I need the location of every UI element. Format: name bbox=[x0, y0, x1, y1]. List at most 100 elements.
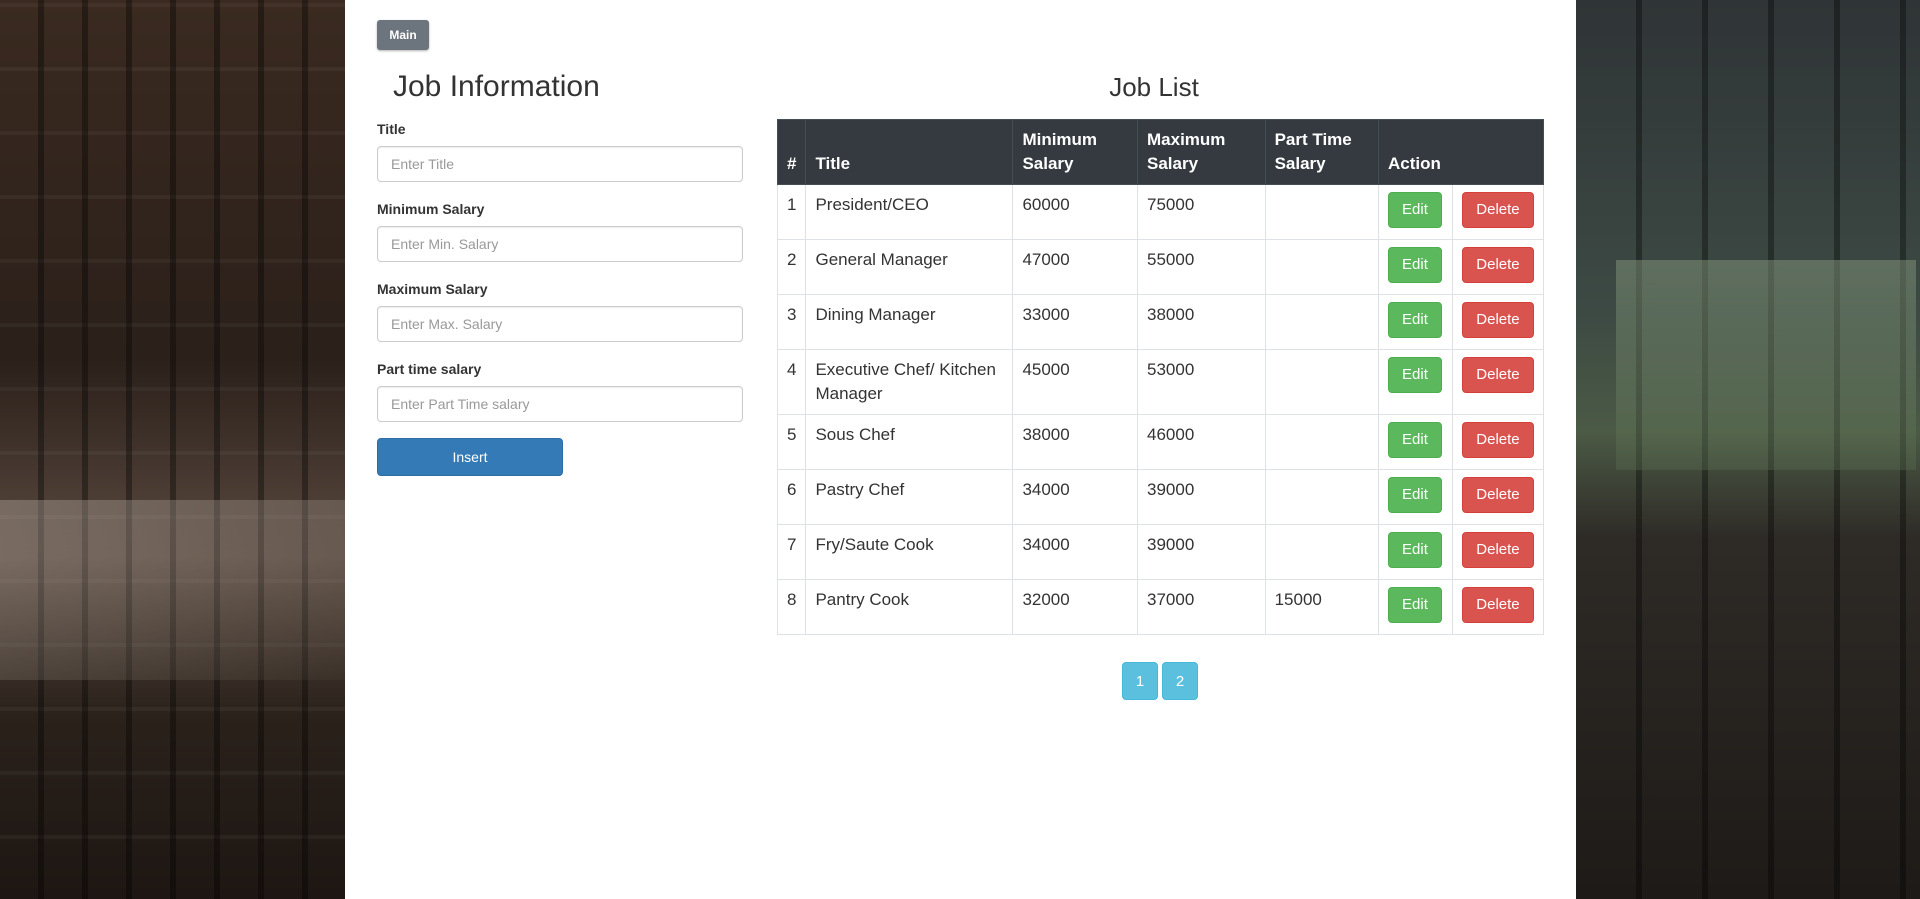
cell-max-salary: 75000 bbox=[1137, 184, 1266, 240]
cell-min-salary: 45000 bbox=[1012, 349, 1138, 415]
cell-delete: Delete bbox=[1451, 184, 1545, 240]
cell-max-salary: 37000 bbox=[1137, 579, 1266, 635]
cell-max-salary: 38000 bbox=[1137, 294, 1266, 350]
cell-part-time-salary bbox=[1264, 239, 1379, 295]
cell-part-time-salary bbox=[1264, 349, 1379, 415]
cell-title: Pantry Cook bbox=[805, 579, 1014, 635]
cell-edit: Edit bbox=[1377, 239, 1453, 295]
cell-edit: Edit bbox=[1377, 524, 1453, 580]
cell-max-salary: 55000 bbox=[1137, 239, 1266, 295]
cell-title: General Manager bbox=[805, 239, 1014, 295]
delete-button[interactable]: Delete bbox=[1461, 422, 1534, 458]
cell-number: 5 bbox=[776, 414, 807, 470]
delete-button[interactable]: Delete bbox=[1461, 192, 1534, 228]
cell-part-time-salary bbox=[1264, 524, 1379, 580]
edit-button[interactable]: Edit bbox=[1387, 357, 1442, 393]
col-header-max-salary: Maximum Salary bbox=[1137, 119, 1266, 185]
table-row: 7 Fry/Saute Cook 34000 39000 Edit Delete bbox=[776, 524, 1545, 580]
edit-button[interactable]: Edit bbox=[1387, 247, 1442, 283]
delete-button[interactable]: Delete bbox=[1461, 477, 1534, 513]
table-row: 2 General Manager 47000 55000 Edit Delet… bbox=[776, 239, 1545, 295]
delete-button[interactable]: Delete bbox=[1461, 532, 1534, 568]
edit-button[interactable]: Edit bbox=[1387, 192, 1442, 228]
col-header-action: Action bbox=[1377, 119, 1545, 185]
edit-button[interactable]: Edit bbox=[1387, 422, 1442, 458]
part-time-salary-label: Part time salary bbox=[377, 361, 482, 377]
delete-button[interactable]: Delete bbox=[1461, 587, 1534, 623]
min-salary-label: Minimum Salary bbox=[377, 201, 485, 217]
list-title: Job List bbox=[1109, 72, 1199, 102]
cell-title: Fry/Saute Cook bbox=[805, 524, 1014, 580]
min-salary-input[interactable] bbox=[377, 226, 743, 262]
cell-edit: Edit bbox=[1377, 294, 1453, 350]
background-left bbox=[0, 0, 345, 899]
cell-edit: Edit bbox=[1377, 469, 1453, 525]
edit-button[interactable]: Edit bbox=[1387, 532, 1442, 568]
part-time-salary-input[interactable] bbox=[377, 386, 743, 422]
title-input[interactable] bbox=[377, 146, 743, 182]
cell-min-salary: 34000 bbox=[1012, 524, 1138, 580]
cell-title: Pastry Chef bbox=[805, 469, 1014, 525]
delete-button[interactable]: Delete bbox=[1461, 247, 1534, 283]
cell-edit: Edit bbox=[1377, 349, 1453, 415]
cell-title: President/CEO bbox=[805, 184, 1014, 240]
cell-min-salary: 34000 bbox=[1012, 469, 1138, 525]
max-salary-label: Maximum Salary bbox=[377, 281, 488, 297]
cell-edit: Edit bbox=[1377, 414, 1453, 470]
cell-min-salary: 60000 bbox=[1012, 184, 1138, 240]
cell-edit: Edit bbox=[1377, 184, 1453, 240]
col-header-part-time-salary: Part Time Salary bbox=[1264, 119, 1379, 185]
table-row: 8 Pantry Cook 32000 37000 15000 Edit Del… bbox=[776, 579, 1545, 635]
cell-max-salary: 39000 bbox=[1137, 469, 1266, 525]
cell-part-time-salary bbox=[1264, 184, 1379, 240]
background-counter bbox=[0, 500, 345, 680]
cell-number: 2 bbox=[776, 239, 807, 295]
cell-max-salary: 46000 bbox=[1137, 414, 1266, 470]
cell-title: Executive Chef/ Kitchen Manager bbox=[805, 349, 1014, 415]
background-right bbox=[1576, 0, 1920, 899]
col-header-title: Title bbox=[805, 119, 1014, 185]
cell-title: Dining Manager bbox=[805, 294, 1014, 350]
table-row: 5 Sous Chef 38000 46000 Edit Delete bbox=[776, 414, 1545, 470]
cell-min-salary: 33000 bbox=[1012, 294, 1138, 350]
col-header-number: # bbox=[776, 119, 807, 185]
page-button-1[interactable]: 1 bbox=[1122, 662, 1158, 700]
cell-min-salary: 32000 bbox=[1012, 579, 1138, 635]
cell-edit: Edit bbox=[1377, 579, 1453, 635]
cell-max-salary: 39000 bbox=[1137, 524, 1266, 580]
cell-delete: Delete bbox=[1451, 579, 1545, 635]
table-row: 3 Dining Manager 33000 38000 Edit Delete bbox=[776, 294, 1545, 350]
title-label: Title bbox=[377, 121, 406, 137]
cell-number: 4 bbox=[776, 349, 807, 415]
max-salary-input[interactable] bbox=[377, 306, 743, 342]
edit-button[interactable]: Edit bbox=[1387, 302, 1442, 338]
edit-button[interactable]: Edit bbox=[1387, 587, 1442, 623]
table-row: 6 Pastry Chef 34000 39000 Edit Delete bbox=[776, 469, 1545, 525]
table-row: 4 Executive Chef/ Kitchen Manager 45000 … bbox=[776, 349, 1545, 415]
cell-number: 3 bbox=[776, 294, 807, 350]
cell-number: 8 bbox=[776, 579, 807, 635]
delete-button[interactable]: Delete bbox=[1461, 357, 1534, 393]
table-header-row: # Title Minimum Salary Maximum Salary Pa… bbox=[776, 119, 1545, 185]
table-row: 1 President/CEO 60000 75000 Edit Delete bbox=[776, 184, 1545, 240]
cell-part-time-salary bbox=[1264, 469, 1379, 525]
cell-part-time-salary bbox=[1264, 414, 1379, 470]
delete-button[interactable]: Delete bbox=[1461, 302, 1534, 338]
pagination: 1 2 bbox=[1122, 662, 1198, 700]
form-title: Job Information bbox=[393, 70, 600, 103]
cell-delete: Delete bbox=[1451, 294, 1545, 350]
insert-button[interactable]: Insert bbox=[377, 438, 563, 476]
main-button[interactable]: Main bbox=[377, 20, 429, 50]
cell-title: Sous Chef bbox=[805, 414, 1014, 470]
content-panel: Main Job Information Title Minimum Salar… bbox=[345, 0, 1576, 899]
page-button-2[interactable]: 2 bbox=[1162, 662, 1198, 700]
cell-max-salary: 53000 bbox=[1137, 349, 1266, 415]
cell-number: 6 bbox=[776, 469, 807, 525]
edit-button[interactable]: Edit bbox=[1387, 477, 1442, 513]
cell-number: 1 bbox=[776, 184, 807, 240]
cell-delete: Delete bbox=[1451, 414, 1545, 470]
job-table: # Title Minimum Salary Maximum Salary Pa… bbox=[776, 119, 1545, 635]
cell-min-salary: 47000 bbox=[1012, 239, 1138, 295]
cell-part-time-salary: 15000 bbox=[1264, 579, 1379, 635]
cell-part-time-salary bbox=[1264, 294, 1379, 350]
